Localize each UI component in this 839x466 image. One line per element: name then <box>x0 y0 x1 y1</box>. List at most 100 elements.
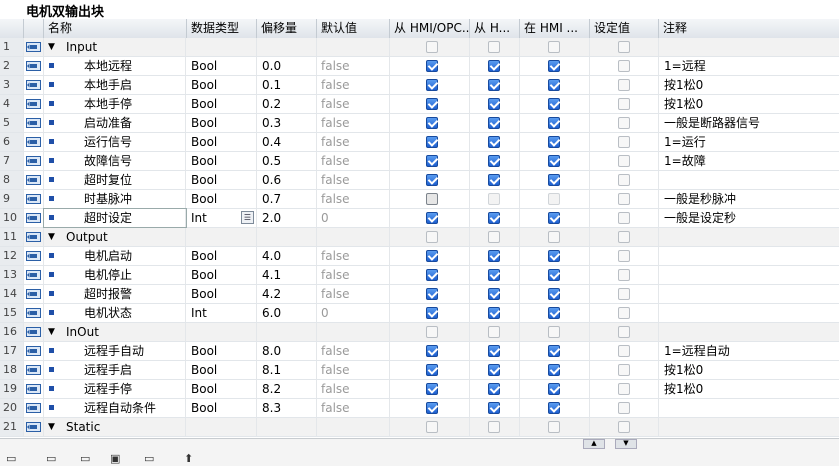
datatype-cell[interactable]: Bool <box>187 247 257 265</box>
table-row[interactable]: 17 远程手自动 Bool 8.0 false 1=远程自动 <box>0 342 839 361</box>
comment-cell[interactable] <box>659 285 839 303</box>
header-datatype[interactable]: 数据类型 <box>187 19 257 38</box>
default-value-cell[interactable]: false <box>317 380 390 398</box>
in-hmi-checkbox[interactable] <box>548 345 560 357</box>
name-cell[interactable]: 启动准备 <box>44 114 186 132</box>
datatype-cell[interactable]: Bool <box>187 57 257 75</box>
setpoint-checkbox[interactable] <box>618 421 630 433</box>
datatype-cell[interactable]: Bool <box>187 342 257 360</box>
setpoint-checkbox[interactable] <box>618 402 630 414</box>
comment-cell[interactable] <box>659 247 839 265</box>
collapse-arrow-icon[interactable]: ▼ <box>48 228 55 246</box>
from-hmi-checkbox[interactable] <box>488 60 500 72</box>
table-row[interactable]: 7 故障信号 Bool 0.5 false 1=故障 <box>0 152 839 171</box>
name-cell[interactable]: ▼ Input <box>44 38 186 56</box>
comment-cell[interactable] <box>659 418 839 436</box>
setpoint-checkbox[interactable] <box>618 364 630 376</box>
datatype-cell[interactable] <box>187 38 257 56</box>
hmi-opc-checkbox[interactable] <box>426 60 438 72</box>
name-cell[interactable]: 电机启动 <box>44 247 186 265</box>
in-hmi-checkbox[interactable] <box>548 98 560 110</box>
setpoint-checkbox[interactable] <box>618 288 630 300</box>
name-cell[interactable]: ▼ InOut <box>44 323 186 341</box>
from-hmi-checkbox[interactable] <box>488 402 500 414</box>
from-hmi-checkbox[interactable] <box>488 98 500 110</box>
from-hmi-checkbox[interactable] <box>488 212 500 224</box>
table-row[interactable]: 5 启动准备 Bool 0.3 false 一般是断路器信号 <box>0 114 839 133</box>
default-value-cell[interactable]: false <box>317 190 390 208</box>
from-hmi-checkbox[interactable] <box>488 250 500 262</box>
in-hmi-checkbox[interactable] <box>548 60 560 72</box>
in-hmi-checkbox[interactable] <box>548 212 560 224</box>
hmi-opc-checkbox[interactable] <box>426 269 438 281</box>
in-hmi-checkbox[interactable] <box>548 421 560 433</box>
table-row[interactable]: 6 运行信号 Bool 0.4 false 1=运行 <box>0 133 839 152</box>
setpoint-checkbox[interactable] <box>618 250 630 262</box>
comment-cell[interactable]: 1=远程 <box>659 57 839 75</box>
from-hmi-checkbox[interactable] <box>488 326 500 338</box>
header-default[interactable]: 默认值 <box>317 19 390 38</box>
setpoint-checkbox[interactable] <box>618 231 630 243</box>
name-cell[interactable]: 远程手停 <box>44 380 186 398</box>
from-hmi-checkbox[interactable] <box>488 421 500 433</box>
datatype-cell[interactable]: Bool <box>187 76 257 94</box>
comment-cell[interactable] <box>659 304 839 322</box>
comment-cell[interactable]: 一般是设定秒 <box>659 209 839 227</box>
from-hmi-checkbox[interactable] <box>488 41 500 53</box>
in-hmi-checkbox[interactable] <box>548 79 560 91</box>
table-row[interactable]: 14 超时报警 Bool 4.2 false <box>0 285 839 304</box>
hmi-opc-checkbox[interactable] <box>426 193 438 205</box>
comment-cell[interactable]: 1=远程自动 <box>659 342 839 360</box>
hmi-opc-checkbox[interactable] <box>426 402 438 414</box>
datatype-cell[interactable]: Bool <box>187 114 257 132</box>
in-hmi-checkbox[interactable] <box>548 269 560 281</box>
from-hmi-checkbox[interactable] <box>488 136 500 148</box>
name-cell[interactable]: 时基脉冲 <box>44 190 186 208</box>
toolbar-icon-4[interactable]: ▣ <box>110 452 120 465</box>
hmi-opc-checkbox[interactable] <box>426 307 438 319</box>
hmi-opc-checkbox[interactable] <box>426 421 438 433</box>
hmi-opc-checkbox[interactable] <box>426 345 438 357</box>
name-cell[interactable]: 超时复位 <box>44 171 186 189</box>
datatype-cell[interactable] <box>187 323 257 341</box>
table-row[interactable]: 4 本地手停 Bool 0.2 false 按1松0 <box>0 95 839 114</box>
from-hmi-checkbox[interactable] <box>488 79 500 91</box>
comment-cell[interactable] <box>659 323 839 341</box>
setpoint-checkbox[interactable] <box>618 345 630 357</box>
table-row[interactable]: 15 电机状态 Int 6.0 0 <box>0 304 839 323</box>
setpoint-checkbox[interactable] <box>618 383 630 395</box>
scroll-up-icon[interactable]: ▲ <box>583 439 605 449</box>
comment-cell[interactable]: 1=运行 <box>659 133 839 151</box>
setpoint-checkbox[interactable] <box>618 174 630 186</box>
datatype-cell[interactable]: Bool <box>187 152 257 170</box>
header-from-hmi[interactable]: 从 H... <box>470 19 520 38</box>
name-cell[interactable]: 超时报警 <box>44 285 186 303</box>
name-cell[interactable]: 电机状态 <box>44 304 186 322</box>
setpoint-checkbox[interactable] <box>618 155 630 167</box>
in-hmi-checkbox[interactable] <box>548 117 560 129</box>
name-cell[interactable]: 本地远程 <box>44 57 186 75</box>
hmi-opc-checkbox[interactable] <box>426 98 438 110</box>
default-value-cell[interactable]: false <box>317 152 390 170</box>
table-row[interactable]: 13 电机停止 Bool 4.1 false <box>0 266 839 285</box>
default-value-cell[interactable]: false <box>317 114 390 132</box>
default-value-cell[interactable]: false <box>317 133 390 151</box>
from-hmi-checkbox[interactable] <box>488 288 500 300</box>
hmi-opc-checkbox[interactable] <box>426 136 438 148</box>
from-hmi-checkbox[interactable] <box>488 269 500 281</box>
comment-cell[interactable] <box>659 266 839 284</box>
section-row[interactable]: 11 ▼ Output <box>0 228 839 247</box>
in-hmi-checkbox[interactable] <box>548 41 560 53</box>
default-value-cell[interactable]: false <box>317 342 390 360</box>
default-value-cell[interactable]: 0 <box>317 209 390 227</box>
datatype-cell[interactable]: Bool <box>187 95 257 113</box>
header-name[interactable]: 名称 <box>44 19 187 38</box>
datatype-cell[interactable]: Int ☰ <box>187 209 257 227</box>
header-setpoint[interactable]: 设定值 <box>590 19 659 38</box>
from-hmi-checkbox[interactable] <box>488 117 500 129</box>
setpoint-checkbox[interactable] <box>618 117 630 129</box>
table-row[interactable]: 3 本地手启 Bool 0.1 false 按1松0 <box>0 76 839 95</box>
section-row[interactable]: 1 ▼ Input <box>0 38 839 57</box>
default-value-cell[interactable] <box>317 228 390 246</box>
comment-cell[interactable] <box>659 228 839 246</box>
